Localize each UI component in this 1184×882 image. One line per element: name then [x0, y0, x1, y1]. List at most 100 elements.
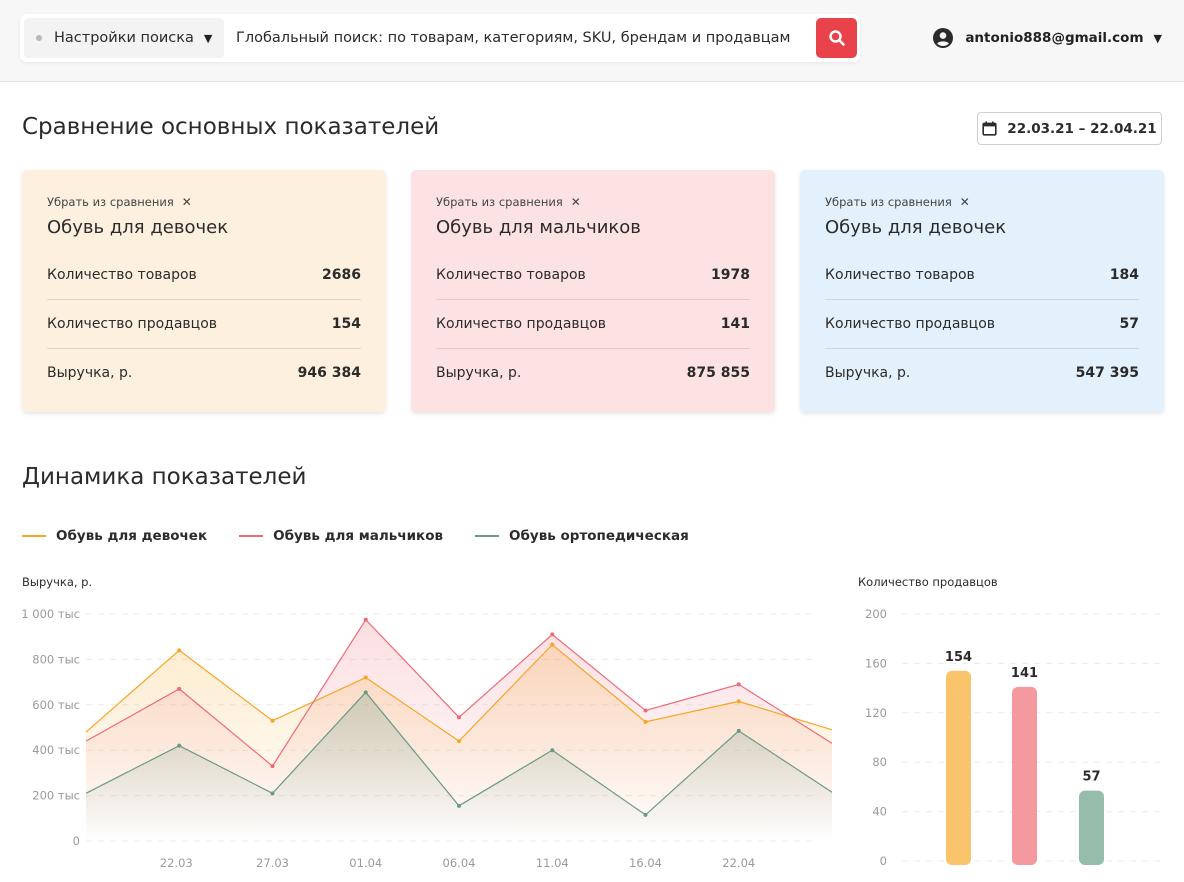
remove-from-comparison-button[interactable]: Убрать из сравнения ✕	[825, 194, 1139, 210]
metric-row: Количество товаров 184	[825, 250, 1139, 299]
y-tick-label: 200 тыс	[32, 789, 80, 803]
legend-item[interactable]: Обувь ортопедическая	[475, 528, 689, 544]
remove-label: Убрать из сравнения	[825, 195, 952, 209]
data-point	[457, 803, 461, 808]
bar-value-label: 154	[945, 650, 972, 665]
metric-label: Выручка, р.	[825, 365, 911, 381]
metric-value: 57	[1119, 316, 1139, 332]
y-tick-label: 600 тыс	[32, 698, 80, 712]
bar-value-label: 141	[1011, 666, 1038, 681]
metric-row: Количество товаров 2686	[47, 250, 361, 299]
search-settings-dropdown[interactable]: Настройки поиска ▼	[24, 18, 224, 58]
y-tick-label: 80	[872, 755, 887, 769]
legend-swatch	[239, 535, 264, 537]
x-tick-label: 01.04	[349, 856, 382, 870]
search-icon	[828, 30, 845, 46]
bullet-icon	[36, 35, 42, 41]
data-point	[736, 728, 741, 733]
bar	[1079, 790, 1104, 865]
x-tick-label: 11.04	[536, 856, 569, 870]
metric-value: 946 384	[297, 365, 361, 381]
metric-value: 547 395	[1075, 365, 1139, 381]
data-point	[177, 743, 182, 748]
search-button[interactable]	[816, 18, 857, 58]
caret-down-icon: ▼	[203, 31, 213, 45]
legend-swatch	[22, 535, 46, 537]
metric-value: 1978	[711, 266, 750, 283]
data-point	[270, 764, 275, 769]
x-tick-label: 22.04	[722, 856, 755, 870]
close-icon: ✕	[181, 195, 192, 209]
data-point	[643, 708, 648, 713]
section-title: Динамика показателей	[22, 464, 307, 490]
legend-label: Обувь для девочек	[56, 528, 208, 544]
revenue-area-chart: 0 200 тыс 400 тыс 600 тыс 800 тыс 1 000 тыс 22…	[21, 607, 833, 870]
metric-label: Количество продавцов	[47, 316, 218, 332]
close-icon: ✕	[959, 195, 970, 209]
remove-from-comparison-button[interactable]: Убрать из сравнения ✕	[47, 194, 361, 210]
y-tick-label: 160	[865, 656, 887, 670]
remove-label: Убрать из сравнения	[436, 195, 563, 209]
chart-legend: Обувь для девочек Обувь для мальчиков Об…	[22, 528, 721, 544]
data-point	[550, 748, 555, 753]
sellers-chart-ylabel: Количество продавцов	[858, 575, 998, 589]
search-settings-label: Настройки поиска	[54, 30, 194, 46]
y-tick-label: 40	[872, 805, 887, 819]
search-box: Настройки поиска ▼	[20, 14, 860, 62]
card-title: Обувь для мальчиков	[436, 217, 641, 238]
remove-from-comparison-button[interactable]: Убрать из сравнения ✕	[436, 194, 750, 210]
metric-label: Количество продавцов	[436, 316, 607, 332]
metric-label: Количество товаров	[47, 266, 197, 283]
data-point	[363, 617, 368, 622]
metric-row: Выручка, р. 946 384	[47, 348, 361, 397]
bar	[946, 670, 971, 865]
user-email: antonio888@gmail.com	[965, 30, 1144, 46]
metric-value: 141	[720, 316, 750, 332]
bar	[1012, 686, 1037, 865]
metric-row: Количество продавцов 57	[825, 299, 1139, 348]
legend-label: Обувь для мальчиков	[273, 528, 444, 544]
bar-value-label: 57	[1082, 770, 1100, 785]
y-tick-label: 120	[865, 706, 887, 720]
y-tick-label: 1 000 тыс	[21, 607, 80, 621]
legend-label: Обувь ортопедическая	[509, 528, 689, 544]
caret-down-icon: ▼	[1153, 31, 1162, 45]
close-icon: ✕	[570, 195, 581, 209]
comparison-card: Убрать из сравнения ✕ Обувь для девочек …	[800, 170, 1164, 412]
user-avatar-icon	[933, 28, 954, 48]
remove-label: Убрать из сравнения	[47, 195, 174, 209]
x-tick-label: 16.04	[629, 856, 662, 870]
data-point	[643, 812, 648, 817]
global-search-input[interactable]	[236, 20, 826, 56]
metric-label: Количество товаров	[825, 266, 975, 283]
data-point	[457, 739, 461, 744]
date-range-picker[interactable]: 22.03.21 – 22.04.21	[977, 112, 1162, 145]
metric-row: Количество товаров 1978	[436, 250, 750, 299]
metric-row: Количество продавцов 154	[47, 299, 361, 348]
data-point	[177, 686, 182, 691]
comparison-card: Убрать из сравнения ✕ Обувь для мальчико…	[411, 170, 775, 412]
data-point	[363, 675, 368, 680]
metric-row: Выручка, р. 547 395	[825, 348, 1139, 397]
data-point	[457, 715, 461, 720]
y-tick-label: 200	[865, 607, 887, 621]
user-menu[interactable]: antonio888@gmail.com ▼	[933, 28, 1162, 48]
legend-item[interactable]: Обувь для девочек	[22, 528, 207, 544]
data-point	[736, 699, 741, 704]
y-tick-label: 800 тыс	[32, 652, 80, 666]
data-point	[270, 791, 275, 796]
data-point	[270, 718, 275, 723]
legend-item[interactable]: Обувь для мальчиков	[239, 528, 443, 544]
data-point	[363, 690, 368, 695]
date-range-label: 22.03.21 – 22.04.21	[1007, 120, 1157, 137]
card-title: Обувь для девочек	[47, 217, 229, 238]
metric-row: Количество продавцов 141	[436, 299, 750, 348]
legend-swatch	[475, 535, 500, 537]
metric-label: Выручка, р.	[436, 365, 522, 381]
data-point	[177, 648, 182, 653]
metric-value: 875 855	[686, 365, 750, 381]
data-point	[643, 719, 648, 724]
calendar-icon	[982, 121, 997, 136]
top-bar: Настройки поиска ▼ antonio888@gmail.com …	[0, 0, 1184, 82]
data-point	[736, 682, 741, 687]
